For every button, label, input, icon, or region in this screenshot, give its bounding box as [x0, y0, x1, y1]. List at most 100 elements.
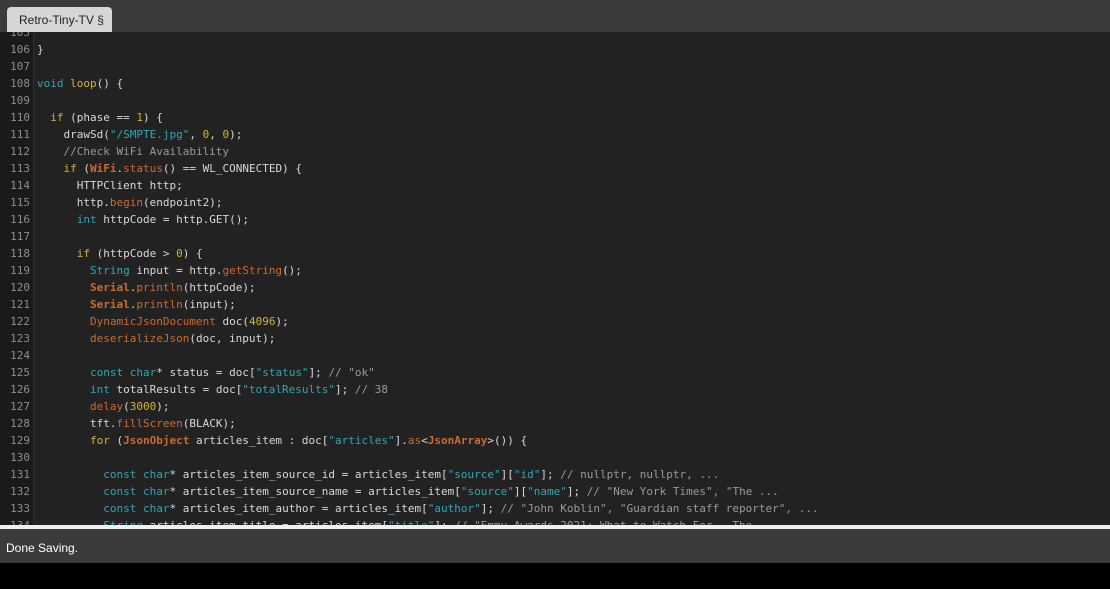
- code-token: * articles_item_source_name = articles_i…: [169, 485, 461, 498]
- code-token: input = http.: [129, 264, 223, 277]
- code-line[interactable]: 125 const char* status = doc["status"]; …: [0, 364, 1110, 381]
- code-line[interactable]: 132 const char* articles_item_source_nam…: [0, 483, 1110, 500]
- code-line[interactable]: 113 if (WiFi.status() == WL_CONNECTED) {: [0, 160, 1110, 177]
- code-token: httpCode = http.GET();: [96, 213, 249, 226]
- code-text[interactable]: delay(3000);: [37, 398, 170, 415]
- code-line[interactable]: 118 if (httpCode > 0) {: [0, 245, 1110, 262]
- line-number: 115: [10, 196, 30, 209]
- code-line[interactable]: 112 //Check WiFi Availability: [0, 143, 1110, 160]
- string-token: "/SMPTE.jpg": [109, 128, 190, 141]
- code-line[interactable]: 128 tft.fillScreen(BLACK);: [0, 415, 1110, 432]
- code-token: () == WL_CONNECTED) {: [162, 162, 302, 175]
- code-text[interactable]: for (JsonObject articles_item : doc["art…: [37, 432, 527, 449]
- code-line[interactable]: 126 int totalResults = doc["totalResults…: [0, 381, 1110, 398]
- code-line[interactable]: 119 String input = http.getString();: [0, 262, 1110, 279]
- line-number: 116: [10, 213, 30, 226]
- code-text[interactable]: const char* articles_item_author = artic…: [37, 500, 818, 517]
- console-output[interactable]: [0, 563, 1110, 589]
- code-text[interactable]: int totalResults = doc["totalResults"]; …: [37, 381, 388, 398]
- code-line[interactable]: 134 String articles_item_title = article…: [0, 517, 1110, 525]
- code-line[interactable]: 124: [0, 347, 1110, 364]
- code-line[interactable]: 105: [0, 32, 1110, 41]
- string-token: "name": [527, 485, 567, 498]
- comment-token: //Check WiFi Availability: [37, 145, 230, 158]
- code-text[interactable]: String articles_item_title = articles_it…: [37, 517, 752, 525]
- code-area[interactable]: 105 106} 107 108 void loop() {109 110 if (pha…: [0, 32, 1110, 525]
- code-line[interactable]: 111 drawSd("/SMPTE.jpg", 0, 0);: [0, 126, 1110, 143]
- code-text[interactable]: if (WiFi.status() == WL_CONNECTED) {: [37, 160, 302, 177]
- code-text[interactable]: Serial.println(httpCode);: [37, 279, 256, 296]
- type-token: char: [142, 468, 170, 481]
- tab-bar: Retro-Tiny-TV §: [0, 0, 1110, 32]
- string-token: "source": [447, 468, 501, 481]
- line-number: 105: [10, 32, 30, 39]
- code-line[interactable]: 129 for (JsonObject articles_item : doc[…: [0, 432, 1110, 449]
- code-token: (doc, input);: [189, 332, 276, 345]
- code-text[interactable]: int httpCode = http.GET();: [37, 211, 249, 228]
- code-text[interactable]: if (httpCode > 0) {: [37, 245, 203, 262]
- code-token: ].: [394, 434, 408, 447]
- keyword-token: loop: [70, 77, 97, 90]
- code-line[interactable]: 127 delay(3000);: [0, 398, 1110, 415]
- code-token: ];: [480, 502, 501, 515]
- code-line[interactable]: 114 HTTPClient http;: [0, 177, 1110, 194]
- code-line[interactable]: 108 void loop() {: [0, 75, 1110, 92]
- code-token: ];: [335, 383, 355, 396]
- code-line[interactable]: 121 Serial.println(input);: [0, 296, 1110, 313]
- code-text[interactable]: drawSd("/SMPTE.jpg", 0, 0);: [37, 126, 242, 143]
- code-line[interactable]: 120 Serial.println(httpCode);: [0, 279, 1110, 296]
- code-text[interactable]: const char* articles_item_source_id = ar…: [37, 466, 719, 483]
- type-token: char: [142, 502, 170, 515]
- code-text[interactable]: HTTPClient http;: [37, 177, 183, 194]
- code-token: doc(: [215, 315, 249, 328]
- code-text[interactable]: DynamicJsonDocument doc(4096);: [37, 313, 289, 330]
- code-text[interactable]: String input = http.getString();: [37, 262, 302, 279]
- string-token: "totalResults": [242, 383, 336, 396]
- line-number: 125: [10, 366, 30, 379]
- code-token: (: [123, 400, 130, 413]
- comment-token: // 38: [354, 383, 389, 396]
- line-number: 119: [10, 264, 30, 277]
- code-text[interactable]: //Check WiFi Availability: [37, 143, 229, 160]
- line-number: 132: [10, 485, 30, 498]
- code-line[interactable]: 117: [0, 228, 1110, 245]
- code-token: >()) {: [487, 434, 528, 447]
- code-token: * status = doc[: [156, 366, 256, 379]
- code-text[interactable]: void loop() {: [37, 75, 123, 92]
- code-line[interactable]: 130: [0, 449, 1110, 466]
- code-token: (BLACK);: [182, 417, 236, 430]
- status-bar: Done Saving.: [0, 529, 1110, 563]
- code-line[interactable]: 133 const char* articles_item_author = a…: [0, 500, 1110, 517]
- code-token: ) {: [182, 247, 203, 260]
- code-line[interactable]: 106}: [0, 41, 1110, 58]
- code-line[interactable]: 131 const char* articles_item_source_id …: [0, 466, 1110, 483]
- type-token: int: [76, 213, 97, 226]
- code-text[interactable]: }: [37, 41, 44, 58]
- function-token: getString: [222, 264, 283, 277]
- code-editor[interactable]: 105 106} 107 108 void loop() {109 110 if (pha…: [0, 32, 1110, 525]
- code-text[interactable]: if (phase == 1) {: [37, 109, 163, 126]
- code-text[interactable]: deserializeJson(doc, input);: [37, 330, 275, 347]
- class-token: Serial: [89, 281, 130, 294]
- code-line[interactable]: 122 DynamicJsonDocument doc(4096);: [0, 313, 1110, 330]
- code-text[interactable]: Serial.println(input);: [37, 296, 236, 313]
- code-line[interactable]: 115 http.begin(endpoint2);: [0, 194, 1110, 211]
- code-text[interactable]: const char* articles_item_source_name = …: [37, 483, 779, 500]
- code-line[interactable]: 123 deserializeJson(doc, input);: [0, 330, 1110, 347]
- code-token: drawSd(: [37, 128, 110, 141]
- code-line[interactable]: 110 if (phase == 1) {: [0, 109, 1110, 126]
- comment-token: // "New York Times", "The ...: [586, 485, 779, 498]
- code-token: ) {: [142, 111, 163, 124]
- code-text[interactable]: http.begin(endpoint2);: [37, 194, 223, 211]
- code-line[interactable]: 109: [0, 92, 1110, 109]
- code-line[interactable]: 116 int httpCode = http.GET();: [0, 211, 1110, 228]
- code-token: (httpCode);: [182, 281, 256, 294]
- type-token: char: [142, 485, 170, 498]
- string-token: "id": [513, 468, 541, 481]
- code-text[interactable]: const char* status = doc["status"]; // "…: [37, 364, 375, 381]
- code-text[interactable]: tft.fillScreen(BLACK);: [37, 415, 236, 432]
- tab-sketch[interactable]: Retro-Tiny-TV §: [7, 7, 112, 32]
- code-line[interactable]: 107: [0, 58, 1110, 75]
